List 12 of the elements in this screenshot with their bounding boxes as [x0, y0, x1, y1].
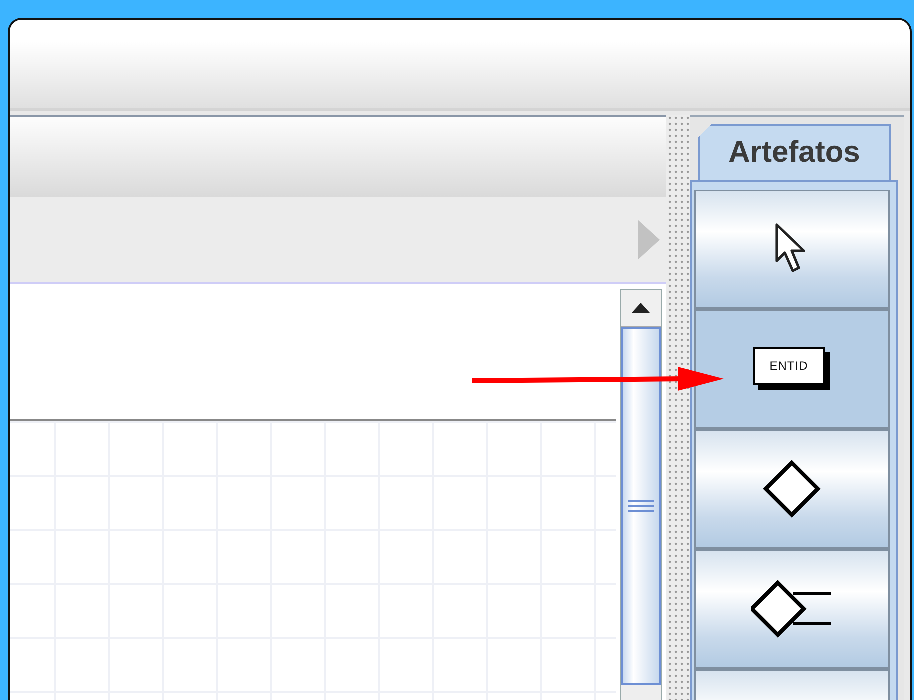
- diamond-lines-icon: [751, 580, 833, 638]
- diamond-icon: [763, 460, 821, 518]
- entity-tool-button[interactable]: ENTID: [694, 310, 890, 430]
- pointer-tool-button[interactable]: [694, 190, 890, 310]
- scroll-thumb[interactable]: [621, 327, 661, 685]
- relationship-tool-button[interactable]: [694, 430, 890, 550]
- up-triangle-icon: [632, 303, 650, 313]
- grip-icon: [628, 499, 654, 513]
- palette-tab[interactable]: Artefatos: [698, 124, 891, 180]
- entity-label: ENTID: [770, 359, 808, 373]
- vertical-scrollbar[interactable]: [620, 289, 662, 700]
- associative-tool-button[interactable]: [694, 550, 890, 670]
